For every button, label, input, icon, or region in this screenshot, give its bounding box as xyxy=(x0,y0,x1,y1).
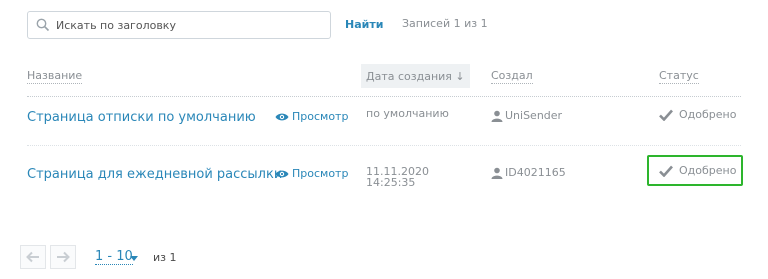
row-divider xyxy=(27,145,741,146)
arrow-right-icon xyxy=(56,248,70,267)
arrow-left-icon xyxy=(26,248,40,267)
search-input[interactable] xyxy=(56,18,326,32)
column-header-name-label: Название xyxy=(27,68,83,84)
created-date: по умолчанию xyxy=(366,107,449,120)
creator-name: ID4021165 xyxy=(505,166,566,179)
header-divider xyxy=(27,96,741,97)
status-highlight-box xyxy=(647,155,743,186)
preview-label: Просмотр xyxy=(292,110,349,123)
status-badge: Одобрено xyxy=(659,108,736,121)
search-box[interactable] xyxy=(27,11,331,39)
creator: ID4021165 xyxy=(491,166,566,179)
records-count: Записей 1 из 1 xyxy=(402,17,488,30)
eye-icon xyxy=(275,112,289,122)
column-header-creator-label: Создал xyxy=(491,68,533,84)
column-header-date[interactable]: Дата создания ↓ xyxy=(361,64,470,88)
column-header-date-label: Дата создания ↓ xyxy=(366,69,465,83)
page-title-link[interactable]: Страница для ежедневной рассылки xyxy=(27,167,282,182)
page-title-link[interactable]: Страница отписки по умолчанию xyxy=(27,110,256,125)
check-icon xyxy=(659,109,673,121)
caret-down-icon[interactable] xyxy=(130,256,138,261)
column-header-name[interactable]: Название xyxy=(27,64,83,88)
column-header-status-label: Статус xyxy=(659,68,699,84)
page-total: из 1 xyxy=(153,251,177,264)
find-button[interactable]: Найти xyxy=(345,18,383,31)
eye-icon xyxy=(275,169,289,179)
creator-name: UniSender xyxy=(505,109,563,122)
preview-label: Просмотр xyxy=(292,167,349,180)
next-page-button[interactable] xyxy=(50,245,76,269)
column-header-status[interactable]: Статус xyxy=(659,64,699,88)
search-icon xyxy=(36,18,50,32)
page-size-dropdown[interactable]: 1 - 10 xyxy=(95,250,133,265)
preview-link[interactable]: Просмотр xyxy=(275,167,348,180)
preview-link[interactable]: Просмотр xyxy=(275,110,348,123)
created-time: 14:25:35 xyxy=(366,176,416,189)
status-label: Одобрено xyxy=(679,108,737,121)
user-icon xyxy=(491,110,503,122)
prev-page-button[interactable] xyxy=(20,245,46,269)
column-header-creator[interactable]: Создал xyxy=(491,64,533,88)
user-icon xyxy=(491,167,503,179)
creator: UniSender xyxy=(491,109,562,122)
